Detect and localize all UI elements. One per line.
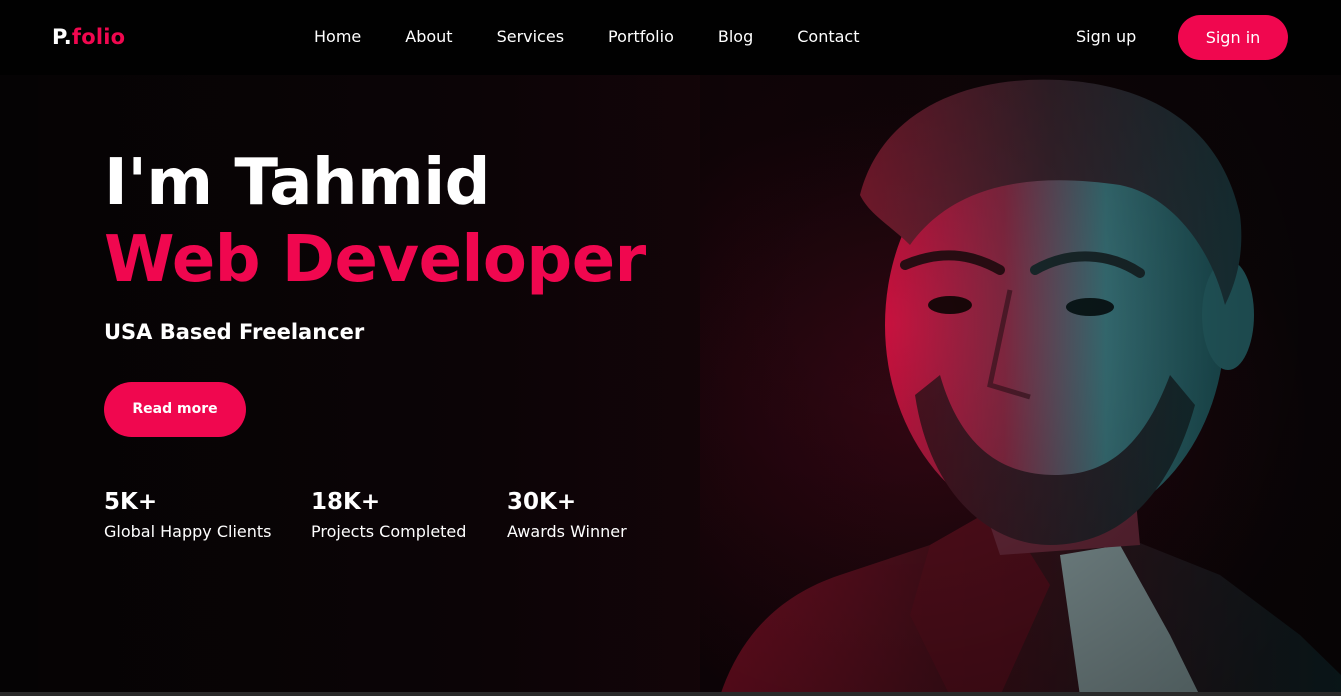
stat-value: 18K+ xyxy=(311,489,381,515)
logo-name: folio xyxy=(71,25,126,49)
stat-projects-completed: 18K+ Projects Completed xyxy=(311,488,466,544)
stat-label: Awards Winner xyxy=(507,522,627,541)
nav-item-home[interactable]: Home xyxy=(314,26,361,48)
hero-role: Web Developer xyxy=(104,223,646,297)
stat-label: Global Happy Clients xyxy=(104,522,272,541)
stat-value: 5K+ xyxy=(104,489,158,515)
hero-portrait-image xyxy=(700,75,1341,696)
read-more-button[interactable]: Read more xyxy=(104,382,246,437)
hero-title: I'm Tahmid xyxy=(104,146,490,220)
nav-menu: Home About Services Portfolio Blog Conta… xyxy=(314,26,859,48)
bottom-divider xyxy=(0,692,1341,696)
stat-happy-clients: 5K+ Global Happy Clients xyxy=(104,488,271,544)
nav-item-about[interactable]: About xyxy=(405,26,452,48)
left-edge-strip xyxy=(0,75,38,696)
stat-value: 30K+ xyxy=(507,489,577,515)
signin-button[interactable]: Sign in xyxy=(1178,15,1288,60)
page: P.folio Home About Services Portfolio Bl… xyxy=(0,0,1341,696)
signup-link[interactable]: Sign up xyxy=(1076,26,1136,48)
nav-item-services[interactable]: Services xyxy=(497,26,564,48)
hero-subtitle: USA Based Freelancer xyxy=(104,320,365,344)
logo[interactable]: P.folio xyxy=(52,22,125,52)
nav-item-portfolio[interactable]: Portfolio xyxy=(608,26,674,48)
stat-label: Projects Completed xyxy=(311,522,467,541)
nav-item-blog[interactable]: Blog xyxy=(718,26,753,48)
nav-item-contact[interactable]: Contact xyxy=(797,26,859,48)
stat-awards-winner: 30K+ Awards Winner xyxy=(507,488,627,544)
navbar: P.folio Home About Services Portfolio Bl… xyxy=(0,0,1341,75)
logo-prefix: P. xyxy=(52,25,72,49)
